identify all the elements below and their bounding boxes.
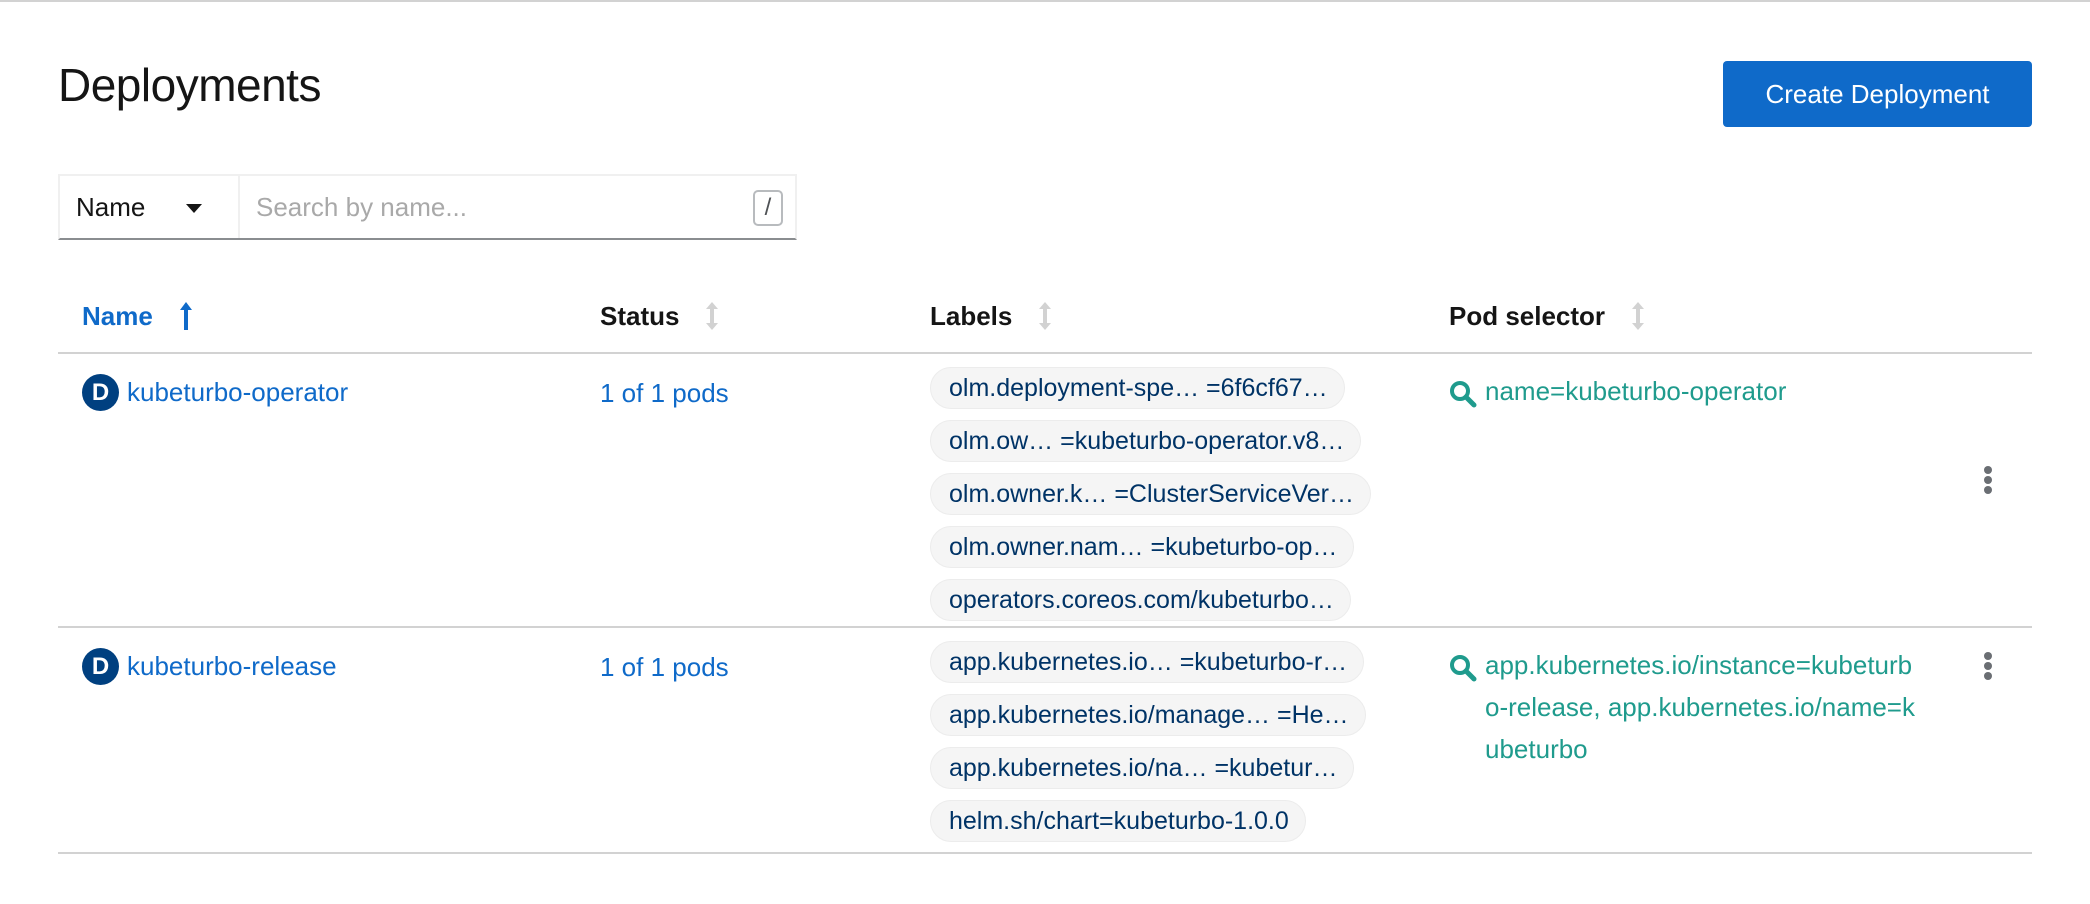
column-header-labels[interactable]: Labels [930,300,1052,332]
deployment-badge-icon: D [82,374,119,411]
pod-selector-link[interactable]: name=kubeturbo-operator [1485,370,1919,412]
status-cell: 1 of 1 pods [600,652,729,683]
search-icon [1449,380,1477,408]
deployment-name-link[interactable]: kubeturbo-operator [127,377,348,408]
page-title: Deployments [58,59,321,111]
caret-down-icon [186,204,202,213]
label-chip[interactable]: app.kubernetes.io… =kubeturbo-r… [930,641,1365,683]
label-chip[interactable]: olm.owner.k… =ClusterServiceVer… [930,473,1372,515]
filter-type-label: Name [76,191,146,222]
pod-selector-cell: name=kubeturbo-operator [1449,376,1919,412]
sort-unsorted-icon [1631,300,1645,332]
deployment-badge-icon: D [82,648,119,685]
search-input[interactable] [240,176,795,238]
filter-toolbar: Name / [58,174,797,240]
column-header-label: Labels [930,300,1013,331]
pod-selector-cell: app.kubernetes.io/instance=kubeturbo-rel… [1449,650,1919,770]
table-header: Name Status Labels Pod selector [58,280,2032,354]
top-divider [0,0,2090,2]
search-container: / [240,176,795,238]
name-cell: D kubeturbo-release [82,648,337,685]
deployment-name-link[interactable]: kubeturbo-release [127,651,337,682]
labels-cell: app.kubernetes.io… =kubeturbo-r… app.kub… [930,641,1410,853]
label-chip[interactable]: helm.sh/chart=kubeturbo-1.0.0 [930,800,1306,842]
deployments-table: Name Status Labels Pod selector D kubetu… [58,280,2032,854]
label-chip[interactable]: app.kubernetes.io/na… =kubetur… [930,747,1355,789]
sort-ascending-icon [179,300,193,332]
column-header-label: Status [600,300,680,331]
sort-unsorted-icon [1038,300,1052,332]
kebab-menu-icon[interactable] [1978,464,1998,496]
pod-status-link[interactable]: 1 of 1 pods [600,378,729,408]
pod-selector-link[interactable]: app.kubernetes.io/instance=kubeturbo-rel… [1485,644,1919,770]
column-header-name[interactable]: Name [82,300,193,332]
labels-cell: olm.deployment-spe… =6f6cf67… olm.ow… =k… [930,367,1410,632]
name-cell: D kubeturbo-operator [82,374,348,411]
column-header-status[interactable]: Status [600,300,719,332]
column-header-label: Name [82,300,153,331]
label-chip[interactable]: olm.ow… =kubeturbo-operator.v8… [930,420,1362,462]
table-row: D kubeturbo-release 1 of 1 pods app.kube… [58,628,2032,854]
search-icon [1449,654,1477,682]
label-chip[interactable]: app.kubernetes.io/manage… =He… [930,694,1366,736]
label-chip[interactable]: operators.coreos.com/kubeturbo… [930,579,1351,621]
create-deployment-button[interactable]: Create Deployment [1723,61,2032,127]
table-row: D kubeturbo-operator 1 of 1 pods olm.dep… [58,354,2032,628]
kebab-menu-icon[interactable] [1978,650,1998,682]
label-chip[interactable]: olm.owner.nam… =kubeturbo-op… [930,526,1355,568]
status-cell: 1 of 1 pods [600,378,729,409]
column-header-label: Pod selector [1449,300,1606,331]
label-chip[interactable]: olm.deployment-spe… =6f6cf67… [930,367,1345,409]
keyboard-shortcut-hint: / [753,190,783,226]
sort-unsorted-icon [705,300,719,332]
filter-type-dropdown[interactable]: Name [60,176,240,238]
pod-status-link[interactable]: 1 of 1 pods [600,652,729,682]
column-header-pod-selector[interactable]: Pod selector [1449,300,1645,332]
